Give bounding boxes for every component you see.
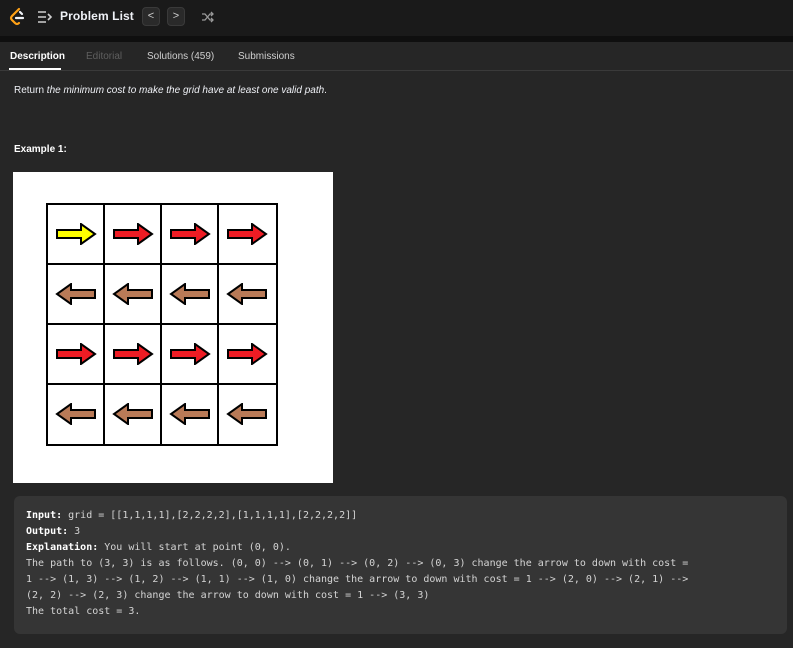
example-code-block: Input: grid = [[1,1,1,1],[2,2,2,2],[1,1,…: [14, 496, 787, 634]
leetcode-logo-icon[interactable]: [8, 7, 26, 27]
input-value: grid = [[1,1,1,1],[2,2,2,2],[1,1,1,1],[2…: [62, 510, 358, 521]
statement-italic: the minimum cost to make the grid have a…: [46, 85, 325, 96]
explanation-text: 1 --> (1, 3) --> (1, 2) --> (1, 1) --> (…: [26, 574, 689, 585]
chevron-left-icon: <: [147, 10, 155, 22]
arrow-right-icon: [170, 343, 211, 365]
arrow-left-icon: [55, 403, 96, 425]
grid-cell: [105, 385, 162, 445]
arrow-left-icon: [169, 403, 210, 425]
grid-cell: [48, 265, 105, 325]
active-tab-indicator: [9, 68, 61, 70]
chevron-right-icon: >: [172, 10, 180, 22]
explanation-text: The path to (3, 3) is as follows. (0, 0)…: [26, 558, 689, 569]
explanation-line: Explanation: You will start at point (0,…: [26, 540, 775, 556]
panel-tabs: Description Editorial Solutions (459) Su…: [0, 42, 793, 71]
arrow-right-icon: [227, 343, 268, 365]
explanation-value: You will start at point (0, 0).: [98, 542, 291, 553]
grid-cell: [162, 265, 219, 325]
tab-solutions[interactable]: Solutions (459): [147, 51, 214, 62]
arrow-left-icon: [112, 283, 153, 305]
description-panel: Description Editorial Solutions (459) Su…: [0, 42, 793, 648]
explanation-text: The total cost = 3.: [26, 606, 141, 617]
grid-cell: [219, 385, 276, 445]
grid-cell: [48, 325, 105, 385]
tab-editorial[interactable]: Editorial: [86, 51, 122, 62]
arrow-right-icon: [56, 223, 97, 245]
grid-cell: [162, 325, 219, 385]
grid-cell: [219, 265, 276, 325]
tab-submissions[interactable]: Submissions: [238, 51, 295, 62]
explanation-text: (2, 2) --> (2, 3) change the arrow to do…: [26, 590, 430, 601]
grid-cell: [48, 205, 105, 265]
problem-statement: Return the minimum cost to make the grid…: [14, 85, 327, 96]
statement-prefix: Return: [14, 85, 47, 96]
next-problem-button[interactable]: >: [167, 7, 185, 26]
output-line: Output: 3: [26, 524, 775, 540]
arrow-grid: [46, 203, 278, 446]
arrow-left-icon: [112, 403, 153, 425]
arrow-left-icon: [169, 283, 210, 305]
example-title: Example 1:: [14, 144, 67, 155]
arrow-left-icon: [226, 283, 267, 305]
grid-cell: [105, 325, 162, 385]
arrow-left-icon: [226, 403, 267, 425]
statement-suffix: .: [324, 85, 327, 96]
grid-cell: [162, 385, 219, 445]
grid-cell: [162, 205, 219, 265]
problem-list-link[interactable]: Problem List: [60, 9, 134, 23]
arrow-right-icon: [113, 223, 154, 245]
input-label: Input:: [26, 510, 63, 521]
arrow-right-icon: [170, 223, 211, 245]
explanation-label: Explanation:: [26, 542, 99, 553]
problem-list-icon[interactable]: [37, 10, 53, 24]
grid-cell: [219, 325, 276, 385]
prev-problem-button[interactable]: <: [142, 7, 160, 26]
top-nav-bar: Problem List < >: [0, 0, 793, 36]
example-grid-image: [13, 172, 333, 483]
input-line: Input: grid = [[1,1,1,1],[2,2,2,2],[1,1,…: [26, 508, 775, 524]
arrow-right-icon: [113, 343, 154, 365]
tab-description[interactable]: Description: [10, 51, 65, 62]
grid-cell: [105, 265, 162, 325]
grid-cell: [105, 205, 162, 265]
output-label: Output:: [26, 526, 69, 537]
grid-cell: [219, 205, 276, 265]
output-value: 3: [68, 526, 81, 537]
arrow-left-icon: [55, 283, 96, 305]
shuffle-icon[interactable]: [201, 10, 215, 24]
arrow-right-icon: [56, 343, 97, 365]
arrow-right-icon: [227, 223, 268, 245]
grid-cell: [48, 385, 105, 445]
